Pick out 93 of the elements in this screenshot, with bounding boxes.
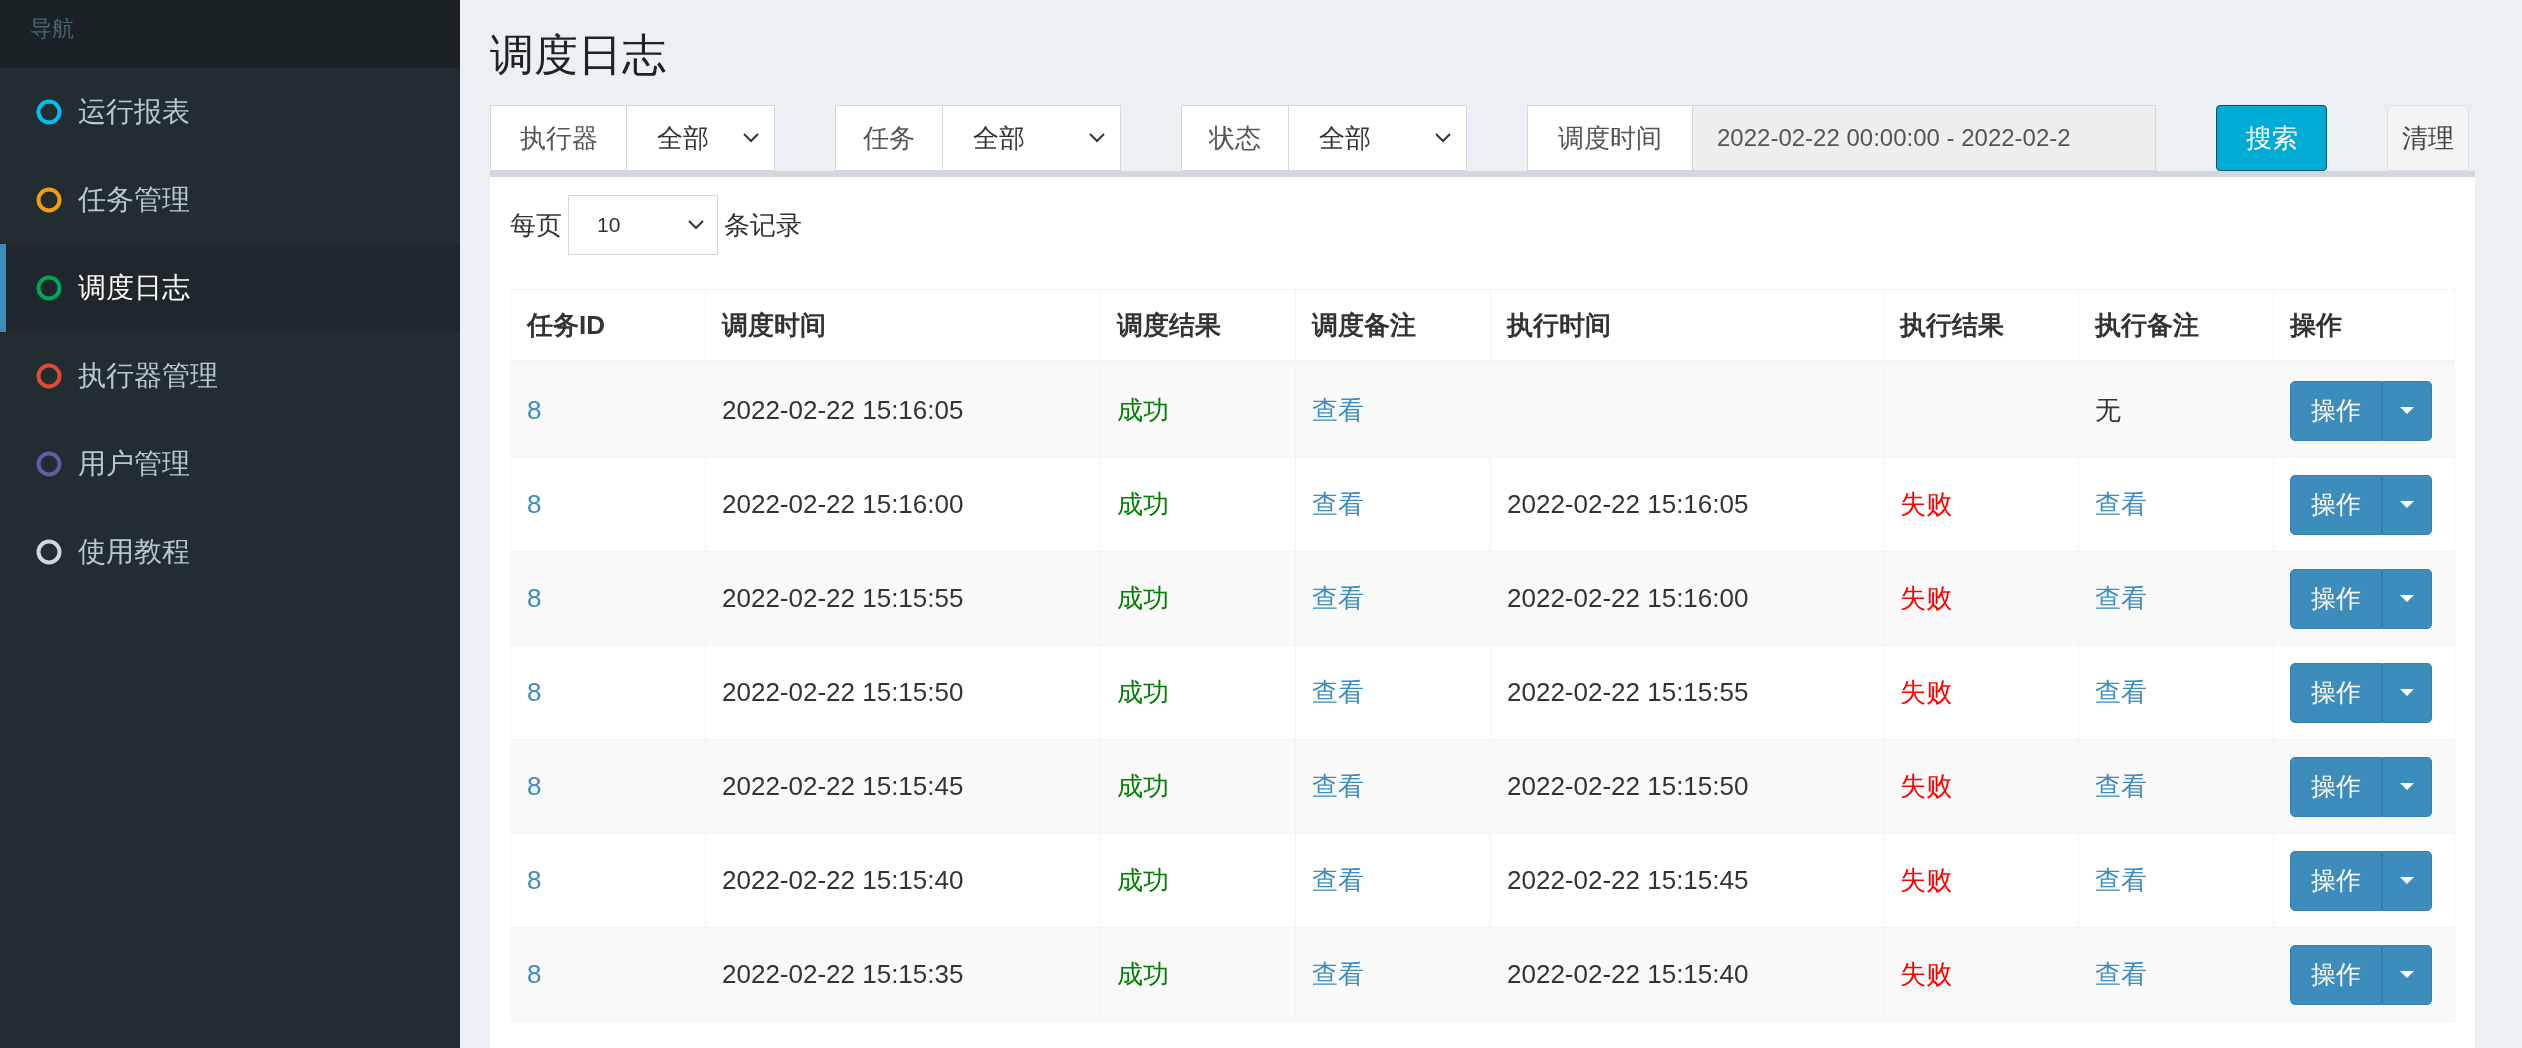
table-cell: 2022-02-22 15:15:50 (1490, 739, 1884, 834)
nav-item[interactable]: 用户管理 (0, 420, 460, 508)
dropdown-toggle[interactable] (2382, 662, 2432, 723)
filter-select[interactable]: 全部 (943, 105, 1121, 171)
clear-button[interactable]: 清理 (2387, 105, 2469, 171)
dropdown-toggle[interactable] (2382, 568, 2432, 629)
table-cell: 2022-02-22 15:16:05 (1490, 457, 1884, 552)
status-text: 成功 (1100, 551, 1296, 646)
nav-item[interactable]: 调度日志 (0, 244, 460, 332)
filter-label: 任务 (835, 105, 943, 171)
table-cell: 2022-02-22 15:16:00 (705, 457, 1101, 552)
table-cell: 2022-02-22 15:15:50 (705, 645, 1101, 740)
action-button[interactable]: 操作 (2290, 756, 2382, 817)
status-text: 成功 (1100, 362, 1296, 458)
chevron-down-icon (1088, 132, 1106, 144)
filter-select[interactable]: 全部 (1289, 105, 1467, 171)
table-cell: 2022-02-22 15:15:45 (705, 739, 1101, 834)
caret-icon (2400, 876, 2414, 885)
table-cell: 2022-02-22 15:15:40 (1490, 927, 1884, 1022)
status-text: 成功 (1100, 457, 1296, 552)
view-link[interactable]: 查看 (2078, 645, 2274, 740)
caret-icon (2400, 406, 2414, 415)
page-size-label: 每页 (510, 208, 562, 242)
dropdown-toggle[interactable] (2382, 850, 2432, 911)
nav-item[interactable]: 使用教程 (0, 508, 460, 596)
table-cell: 2022-02-22 15:15:40 (705, 833, 1101, 928)
table-cell: 2022-02-22 15:15:45 (1490, 833, 1884, 928)
view-link[interactable]: 8 (510, 927, 706, 1022)
table-cell: 无 (2078, 362, 2274, 458)
page-title: 调度日志 (490, 29, 667, 81)
filter-select[interactable]: 全部 (627, 105, 775, 171)
table-cell: 2022-02-22 15:15:35 (705, 927, 1101, 1022)
caret-icon (2400, 782, 2414, 791)
view-link[interactable]: 查看 (1295, 739, 1491, 834)
nav-header: 导航 (0, 0, 460, 68)
status-text: 成功 (1100, 833, 1296, 928)
chevron-down-icon (1434, 132, 1452, 144)
search-button[interactable]: 搜索 (2216, 105, 2327, 171)
view-link[interactable]: 8 (510, 551, 706, 646)
view-link[interactable]: 8 (510, 739, 706, 834)
dropdown-toggle[interactable] (2382, 756, 2432, 817)
action-button[interactable]: 操作 (2290, 944, 2382, 1005)
status-text: 成功 (1100, 927, 1296, 1022)
status-text: 失败 (1883, 833, 2079, 928)
filter-label: 执行器 (490, 105, 627, 171)
view-link[interactable]: 查看 (2078, 739, 2274, 834)
status-text: 成功 (1100, 739, 1296, 834)
dropdown-toggle[interactable] (2382, 944, 2432, 1005)
dropdown-toggle[interactable] (2382, 380, 2432, 441)
view-link[interactable]: 8 (510, 457, 706, 552)
table-cell: 2022-02-22 15:15:55 (705, 551, 1101, 646)
status-text: 失败 (1883, 645, 2079, 740)
action-button[interactable]: 操作 (2290, 850, 2382, 911)
status-text: 失败 (1883, 739, 2079, 834)
view-link[interactable]: 查看 (1295, 645, 1491, 740)
view-link[interactable]: 查看 (2078, 833, 2274, 928)
caret-icon (2400, 688, 2414, 697)
page-size-label: 条记录 (724, 208, 802, 242)
view-link[interactable]: 8 (510, 362, 706, 458)
chevron-down-icon (687, 219, 705, 231)
status-text: 失败 (1883, 927, 2079, 1022)
table-cell: 2022-02-22 15:16:05 (705, 362, 1101, 458)
nav-item[interactable]: 任务管理 (0, 156, 460, 244)
status-text: 失败 (1883, 457, 2079, 552)
view-link[interactable]: 8 (510, 645, 706, 740)
status-text: 成功 (1100, 645, 1296, 740)
view-link[interactable]: 查看 (2078, 927, 2274, 1022)
action-button[interactable]: 操作 (2290, 662, 2382, 723)
filter-label: 调度时间 (1527, 105, 1693, 171)
action-button[interactable]: 操作 (2290, 380, 2382, 441)
caret-icon (2400, 970, 2414, 979)
date-range-field[interactable]: 2022-02-22 00:00:00 - 2022-02-2 (1693, 105, 2156, 171)
caret-icon (2400, 500, 2414, 509)
view-link[interactable]: 查看 (1295, 551, 1491, 646)
chevron-down-icon (742, 132, 760, 144)
status-text: 失败 (1883, 551, 2079, 646)
view-link[interactable]: 8 (510, 833, 706, 928)
view-link[interactable]: 查看 (1295, 362, 1491, 458)
view-link[interactable]: 查看 (1295, 927, 1491, 1022)
caret-icon (2400, 594, 2414, 603)
table-cell: 2022-02-22 15:15:55 (1490, 645, 1884, 740)
view-link[interactable]: 查看 (1295, 833, 1491, 928)
action-button[interactable]: 操作 (2290, 568, 2382, 629)
filter-label: 状态 (1181, 105, 1289, 171)
view-link[interactable]: 查看 (2078, 551, 2274, 646)
nav-item[interactable]: 执行器管理 (0, 332, 460, 420)
action-button[interactable]: 操作 (2290, 474, 2382, 535)
view-link[interactable]: 查看 (2078, 457, 2274, 552)
table-cell: 2022-02-22 15:16:00 (1490, 551, 1884, 646)
nav-item[interactable]: 运行报表 (0, 68, 460, 156)
view-link[interactable]: 查看 (1295, 457, 1491, 552)
page-size-select[interactable]: 10 (568, 195, 718, 255)
dropdown-toggle[interactable] (2382, 474, 2432, 535)
